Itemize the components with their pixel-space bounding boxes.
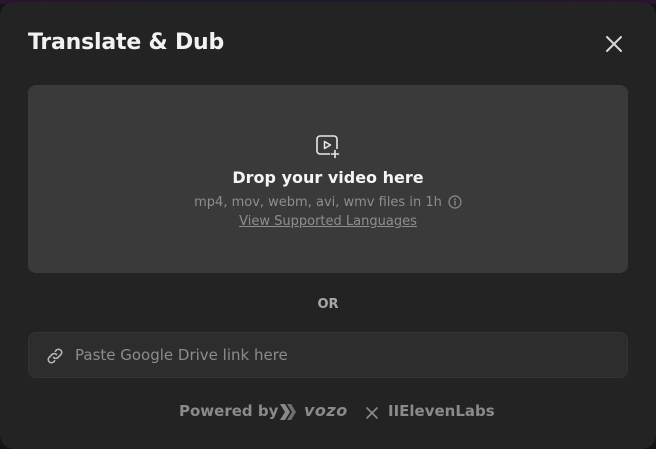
times-icon xyxy=(366,407,378,419)
dialog-title: Translate & Dub xyxy=(28,30,225,55)
powered-by-label: Powered by xyxy=(179,402,279,420)
or-divider: OR xyxy=(317,297,339,312)
info-icon[interactable] xyxy=(448,195,462,209)
view-supported-languages-link[interactable]: View Supported Languages xyxy=(28,214,628,229)
close-button[interactable] xyxy=(602,32,626,56)
link-icon xyxy=(47,348,63,364)
vozo-brand: vozo xyxy=(304,401,348,420)
google-drive-link-field[interactable] xyxy=(28,332,628,378)
close-icon xyxy=(606,36,622,52)
dropzone-title: Drop your video here xyxy=(232,168,424,187)
supported-formats-text: mp4, mov, webm, avi, wmv files in 1h xyxy=(194,195,442,210)
video-dropzone[interactable]: Drop your video here mp4, mov, webm, avi… xyxy=(28,85,628,273)
supported-formats-row: mp4, mov, webm, avi, wmv files in 1h xyxy=(28,195,628,210)
google-drive-link-input[interactable] xyxy=(75,333,615,377)
vozo-logo-icon xyxy=(280,404,296,420)
translate-dub-dialog: Translate & Dub Drop your video here mp4… xyxy=(0,2,656,449)
elevenlabs-brand: IIElevenLabs xyxy=(388,402,495,420)
video-upload-icon xyxy=(316,135,340,159)
